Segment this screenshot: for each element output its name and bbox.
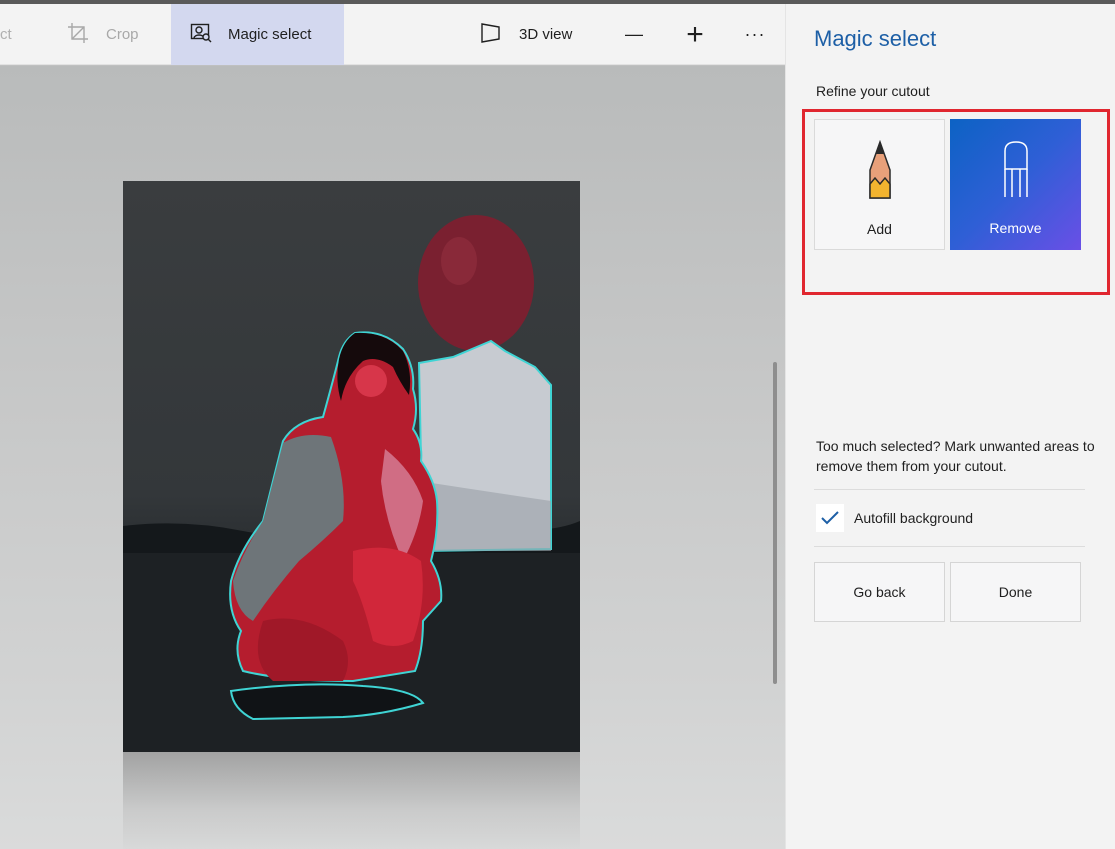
remove-label: Remove (989, 220, 1042, 236)
magic-select-tool[interactable]: Magic select (171, 4, 344, 65)
magic-select-icon (190, 22, 212, 48)
more-options-button[interactable]: ··· (743, 4, 767, 65)
checkmark-icon (821, 511, 839, 525)
divider-top (814, 489, 1085, 490)
autofill-row[interactable]: Autofill background (816, 504, 973, 532)
zoom-in-button[interactable]: + (683, 4, 707, 65)
crop-label: Crop (106, 26, 139, 43)
zoom-out-button[interactable]: — (622, 4, 646, 65)
add-button[interactable]: Add (814, 119, 945, 250)
autofill-checkbox[interactable] (816, 504, 844, 532)
divider-bottom (814, 546, 1085, 547)
magic-select-panel: Magic select Refine your cutout Add Remo… (785, 4, 1115, 849)
done-button[interactable]: Done (950, 562, 1081, 622)
eraser-icon (1001, 139, 1031, 206)
crop-tool[interactable]: Crop (66, 4, 139, 65)
help-text: Too much selected? Mark unwanted areas t… (816, 438, 1095, 474)
magic-select-label: Magic select (228, 26, 312, 43)
more-icon: ··· (744, 24, 766, 44)
pencil-icon (866, 139, 894, 207)
panel-subtitle: Refine your cutout (816, 83, 930, 99)
autofill-label: Autofill background (854, 510, 974, 526)
select-tool[interactable]: Select (0, 4, 28, 65)
photo-artwork (123, 215, 580, 752)
crop-icon (66, 21, 90, 49)
remove-button[interactable]: Remove (950, 119, 1081, 250)
go-back-button[interactable]: Go back (814, 562, 945, 622)
vertical-scrollbar[interactable] (773, 362, 777, 684)
zoom-in-icon: + (686, 17, 704, 51)
3d-view-label: 3D view (519, 26, 573, 43)
panel-title: Magic select (814, 26, 937, 51)
3d-view-icon (479, 22, 503, 48)
add-label: Add (867, 221, 892, 237)
select-label: Select (0, 26, 12, 43)
zoom-out-icon: — (625, 24, 643, 44)
image-canvas[interactable] (123, 181, 580, 752)
3d-view-tool[interactable]: 3D view (479, 4, 572, 65)
toolbar: Select Crop Magic select 3D view (0, 4, 785, 65)
canvas-reflection (123, 752, 580, 849)
